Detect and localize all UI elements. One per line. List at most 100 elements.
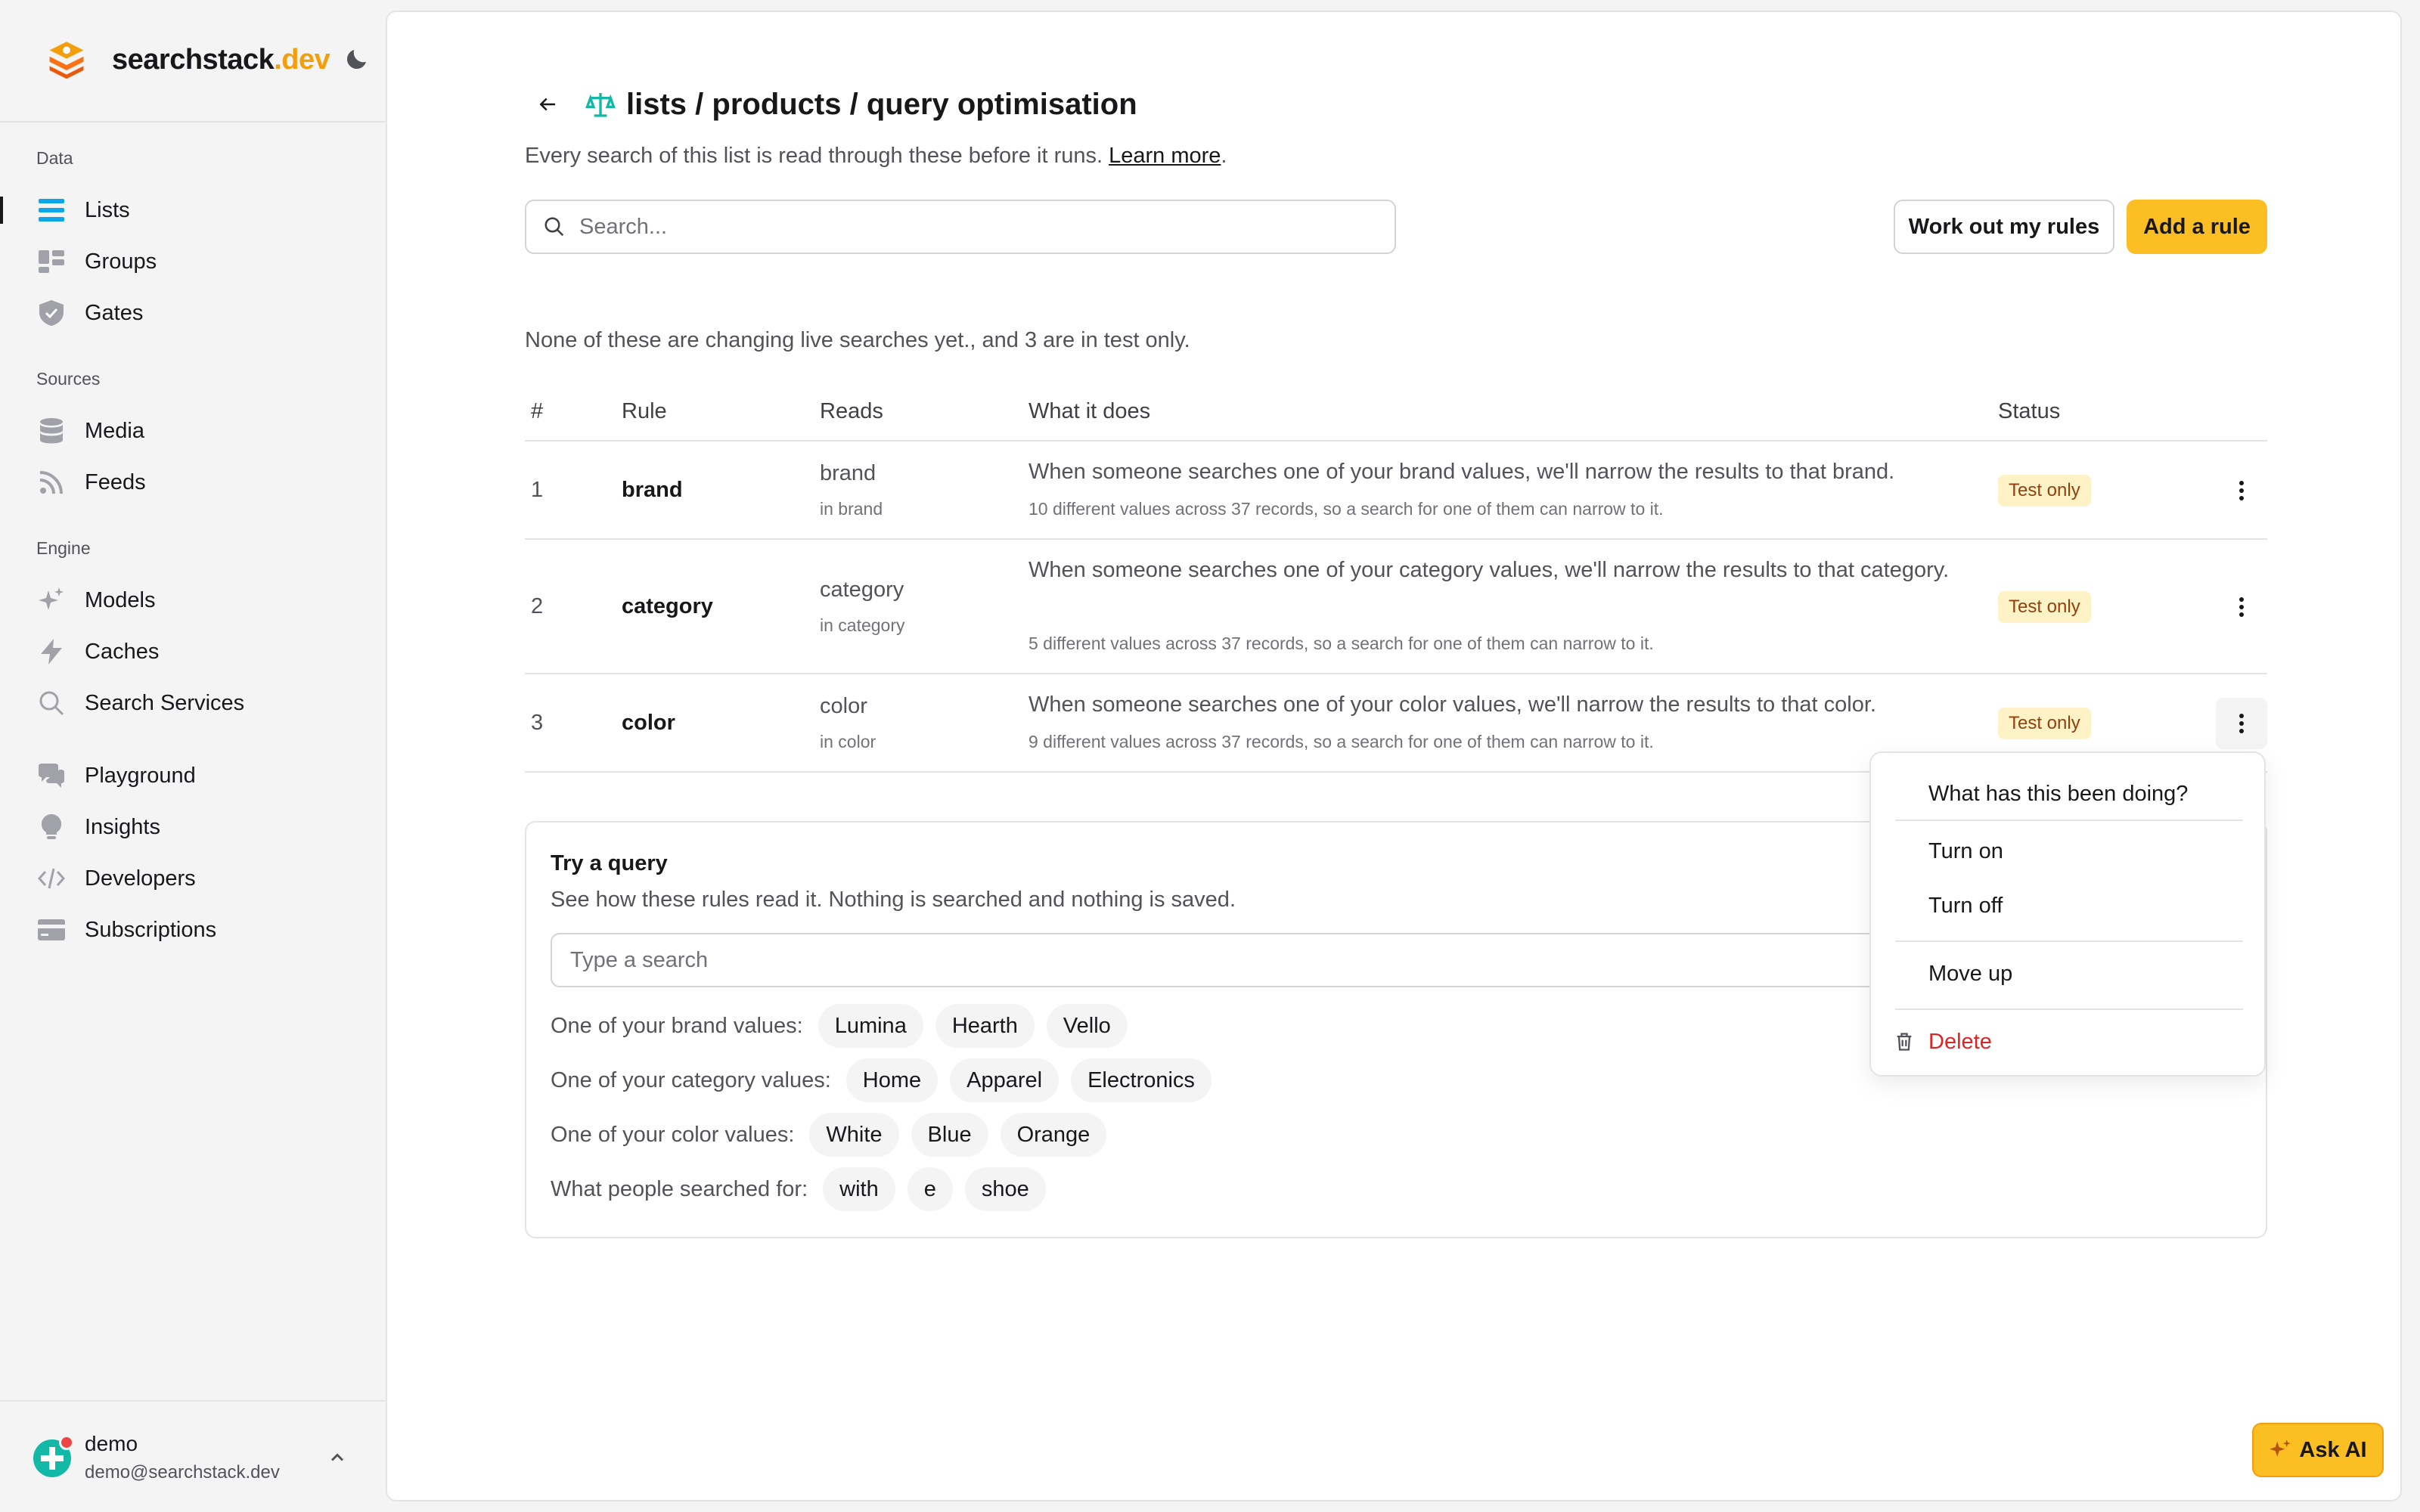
- user-name: demo: [85, 1432, 138, 1455]
- menu-item-label: Turn on: [1928, 838, 2003, 863]
- sidebar: searchstack.dev Data Lists Groups Gates …: [0, 0, 386, 1512]
- sidebar-item-label: Search Services: [85, 690, 245, 715]
- bolt-icon: [36, 637, 67, 667]
- database-icon: [36, 416, 67, 446]
- value-chip[interactable]: e: [907, 1167, 953, 1211]
- ask-ai-label: Ask AI: [2299, 1437, 2367, 1462]
- rule-description: When someone searches one of your brand …: [1028, 460, 1895, 484]
- row-menu-button[interactable]: [2216, 581, 2267, 633]
- value-chip[interactable]: Vello: [1046, 1004, 1128, 1048]
- page-header: lists / products / query optimisation: [525, 82, 1137, 127]
- user-email: demo@searchstack.dev: [85, 1462, 280, 1483]
- rule-description: When someone searches one of your catego…: [1028, 558, 1950, 582]
- menu-item-move-up[interactable]: Move up: [1871, 948, 2267, 999]
- sidebar-item-label: Media: [85, 418, 144, 443]
- sidebar-item-caches[interactable]: Caches: [0, 629, 386, 674]
- color-values-row: One of your color values: White Blue Ora…: [551, 1113, 1118, 1157]
- nav-section-engine: Engine: [36, 538, 91, 558]
- sparkles-icon: [36, 585, 67, 615]
- logo-icon: [49, 42, 84, 79]
- arrow-left-icon: [539, 98, 555, 111]
- value-chip[interactable]: shoe: [964, 1167, 1046, 1211]
- rule-description-detail: 5 different values across 37 records, so…: [1028, 634, 1654, 653]
- row-actions-menu: What has this been doing? Turn on Turn o…: [1869, 751, 2266, 1077]
- menu-item-label: What has this been doing?: [1928, 781, 2189, 806]
- menu-item-label: Move up: [1928, 961, 2013, 986]
- category-values-row: One of your category values: Home Appare…: [551, 1058, 1224, 1102]
- sidebar-item-lists[interactable]: Lists: [0, 187, 386, 233]
- value-chip[interactable]: Apparel: [950, 1058, 1060, 1102]
- value-chip[interactable]: Electronics: [1071, 1058, 1212, 1102]
- sidebar-item-gates[interactable]: Gates: [0, 290, 386, 336]
- shield-icon: [36, 298, 67, 328]
- search-field[interactable]: [525, 200, 1396, 254]
- menu-item-delete[interactable]: Delete: [1871, 1016, 2267, 1067]
- sidebar-item-label: Playground: [85, 763, 196, 788]
- table-row[interactable]: 2 category category in category When som…: [525, 540, 2267, 674]
- sparkles-icon: [2270, 1439, 2291, 1457]
- value-chip[interactable]: White: [809, 1113, 899, 1157]
- try-query-title: Try a query: [551, 851, 668, 875]
- page-title: lists / products / query optimisation: [626, 87, 1137, 121]
- row-menu-button[interactable]: [2216, 465, 2267, 516]
- sidebar-item-models[interactable]: Models: [0, 578, 386, 623]
- value-chip[interactable]: Orange: [1000, 1113, 1107, 1157]
- rule-number: 1: [531, 478, 544, 502]
- sidebar-item-groups[interactable]: Groups: [0, 239, 386, 284]
- nav-section-data: Data: [36, 148, 73, 168]
- trash-icon: [1897, 1033, 1912, 1051]
- value-chip[interactable]: with: [823, 1167, 895, 1211]
- brand[interactable]: searchstack.dev: [45, 36, 378, 83]
- sidebar-item-playground[interactable]: Playground: [0, 753, 386, 798]
- add-rule-button[interactable]: Add a rule: [2127, 200, 2267, 254]
- more-vertical-icon: [2239, 714, 2244, 733]
- sidebar-item-label: Gates: [85, 300, 144, 325]
- sidebar-item-label: Subscriptions: [85, 917, 217, 942]
- ask-ai-button[interactable]: Ask AI: [2252, 1423, 2384, 1477]
- sidebar-item-feeds[interactable]: Feeds: [0, 460, 386, 505]
- learn-more-link[interactable]: Learn more: [1109, 144, 1221, 168]
- search-icon: [36, 688, 67, 718]
- rule-description-detail: 9 different values across 37 records, so…: [1028, 732, 1654, 751]
- value-chip[interactable]: Home: [845, 1058, 939, 1102]
- sidebar-item-label: Groups: [85, 249, 157, 274]
- menu-divider: [1895, 1009, 2243, 1010]
- page-subtitle: Every search of this list is read throug…: [525, 144, 1227, 168]
- sidebar-item-search-services[interactable]: Search Services: [0, 680, 386, 726]
- menu-divider: [1895, 820, 2243, 821]
- try-query-description: See how these rules read it. Nothing is …: [551, 888, 1236, 912]
- value-chip[interactable]: Blue: [911, 1113, 988, 1157]
- back-button[interactable]: [531, 88, 564, 121]
- chip-row-label: One of your category values:: [551, 1067, 831, 1092]
- sidebar-item-label: Developers: [85, 866, 196, 891]
- sidebar-item-insights[interactable]: Insights: [0, 804, 386, 850]
- chat-icon: [36, 761, 67, 791]
- rule-name: brand: [622, 478, 683, 502]
- rule-number: 3: [531, 711, 544, 735]
- sidebar-item-label: Models: [85, 587, 156, 612]
- row-menu-button[interactable]: [2216, 698, 2267, 749]
- rule-reads-field: in color: [820, 732, 876, 751]
- sidebar-item-media[interactable]: Media: [0, 408, 386, 454]
- search-input[interactable]: [579, 214, 1395, 240]
- rule-reads-field: in category: [820, 615, 905, 635]
- menu-item-activity[interactable]: What has this been doing?: [1871, 768, 2267, 820]
- sidebar-item-label: Insights: [85, 814, 160, 839]
- scale-icon: [585, 93, 616, 117]
- value-chip[interactable]: Lumina: [818, 1004, 923, 1048]
- rule-name: color: [622, 711, 675, 735]
- value-chip[interactable]: Hearth: [935, 1004, 1035, 1048]
- menu-item-turn-on[interactable]: Turn on: [1871, 826, 2267, 877]
- column-header: What it does: [1028, 399, 1151, 423]
- menu-item-turn-off[interactable]: Turn off: [1871, 880, 2267, 931]
- moon-icon[interactable]: [343, 45, 371, 73]
- user-menu[interactable]: demo demo@searchstack.dev: [0, 1400, 386, 1512]
- brand-values-row: One of your brand values: Lumina Hearth …: [551, 1004, 1140, 1048]
- sidebar-item-subscriptions[interactable]: Subscriptions: [0, 907, 386, 953]
- rule-reads: category: [820, 578, 904, 602]
- table-row[interactable]: 1 brand brand in brand When someone sear…: [525, 442, 2267, 540]
- chevron-up-icon[interactable]: [327, 1447, 348, 1468]
- groups-icon: [36, 246, 67, 277]
- sidebar-item-developers[interactable]: Developers: [0, 856, 386, 901]
- work-out-rules-button[interactable]: Work out my rules: [1894, 200, 2114, 254]
